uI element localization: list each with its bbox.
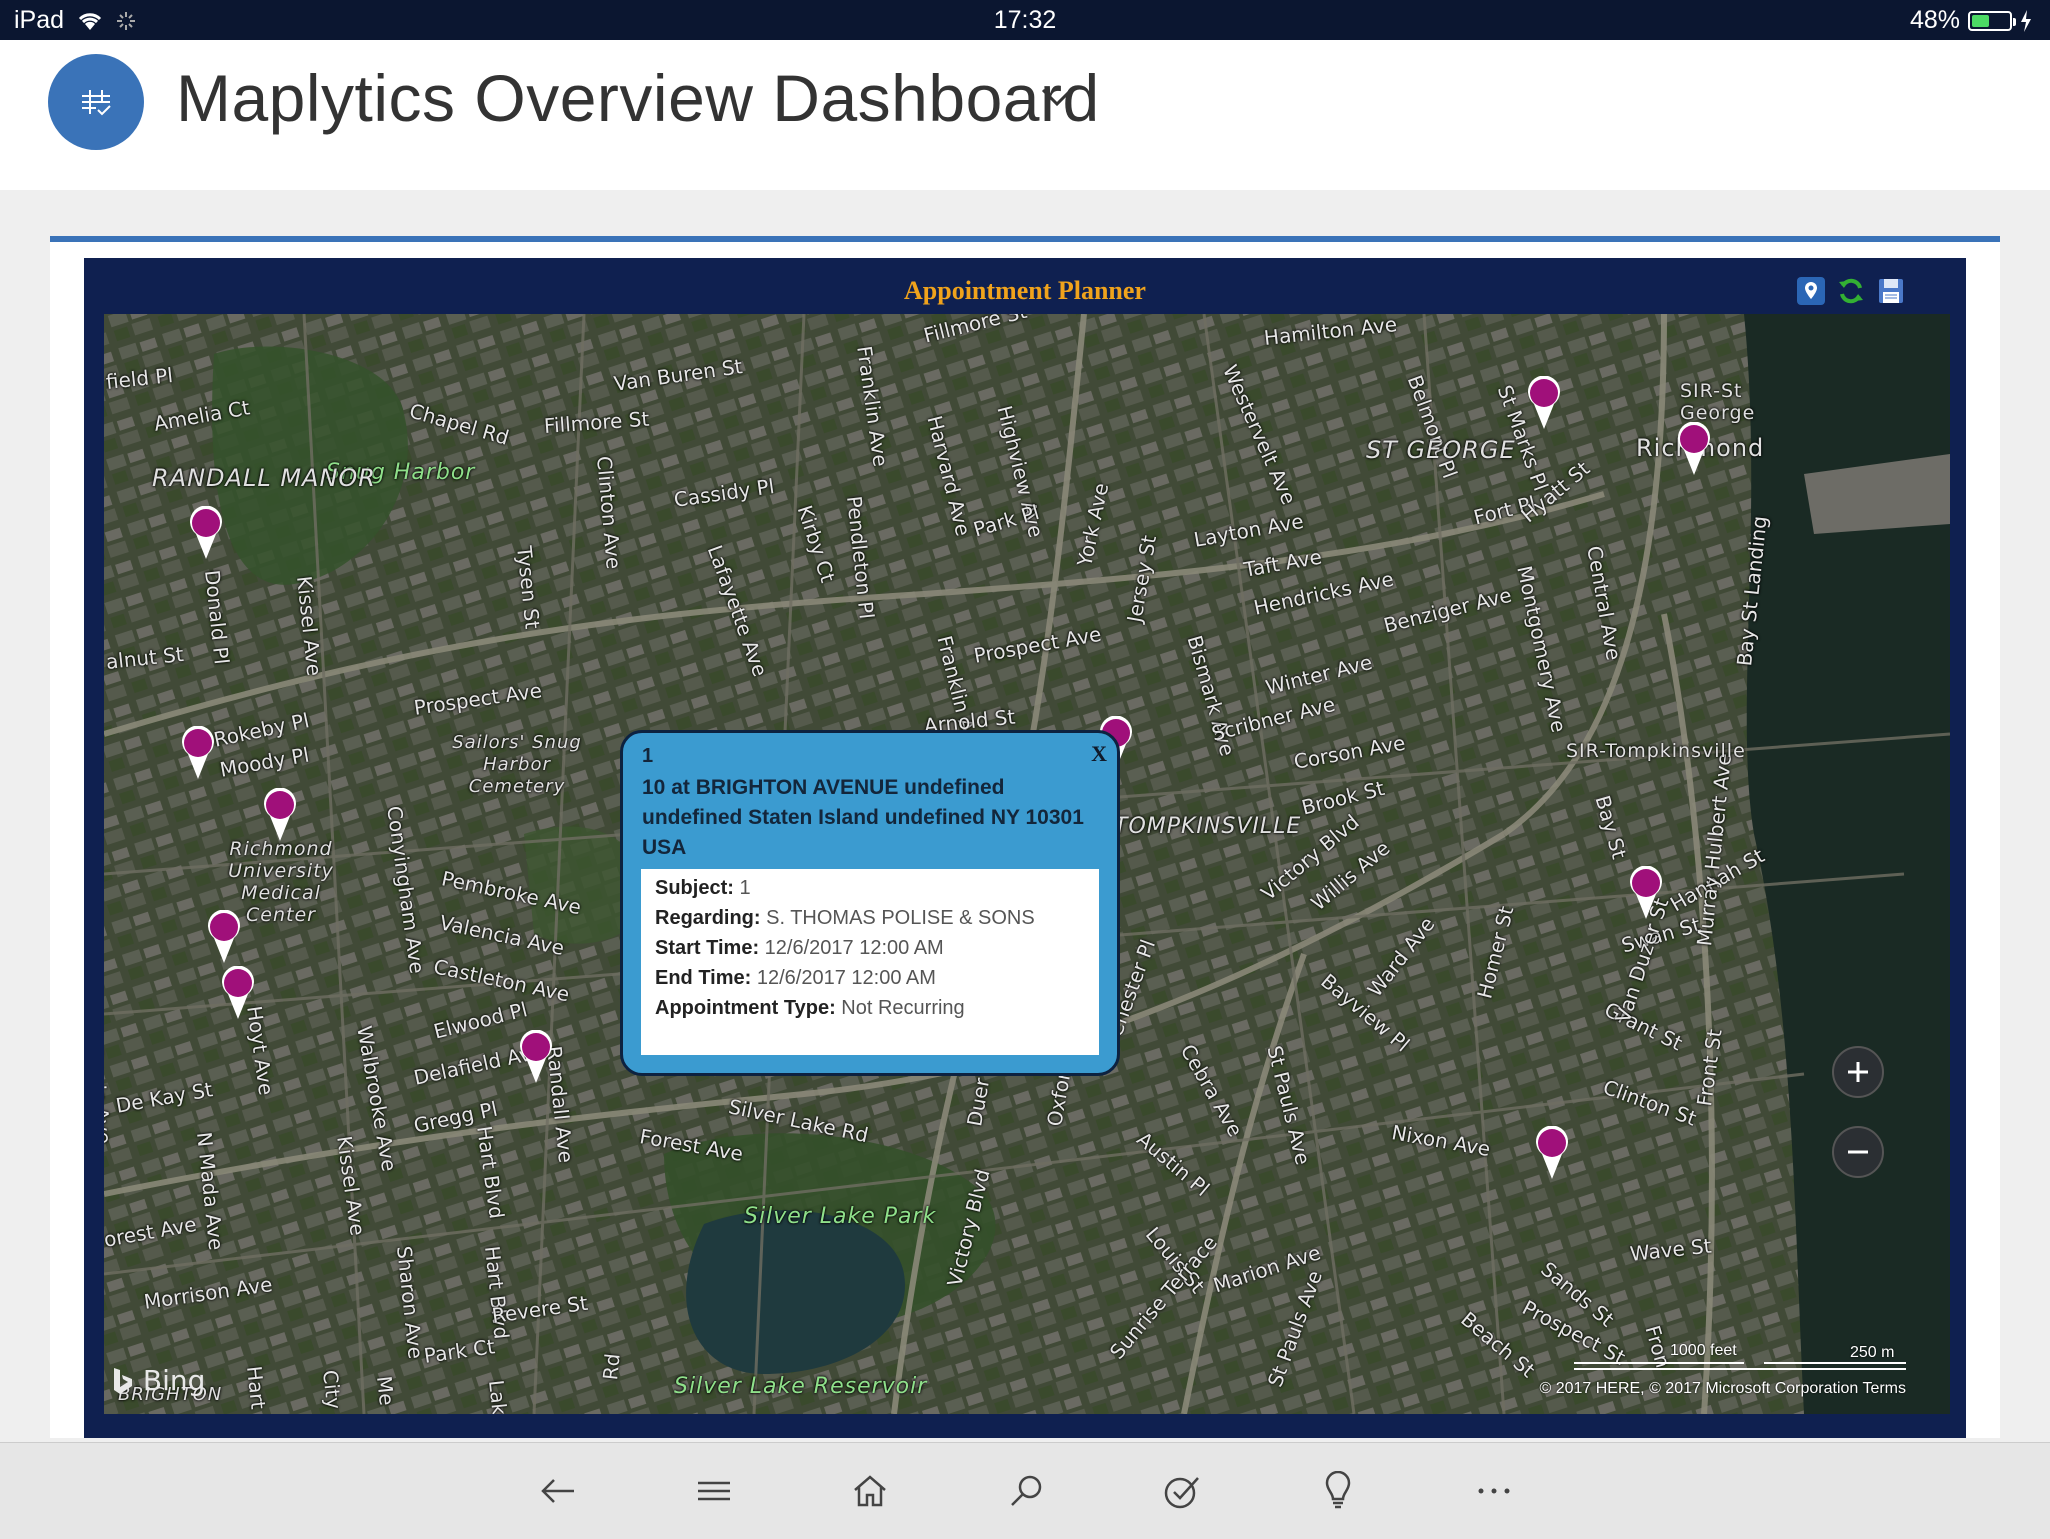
appointment-pin[interactable]	[180, 726, 216, 780]
park-label: Silver Lake Park	[744, 1204, 937, 1229]
plus-icon	[1848, 1062, 1868, 1082]
menu-icon	[698, 1481, 730, 1501]
popup-field-regarding: Regarding: S. THOMAS POLISE & SONS	[655, 903, 1085, 933]
appointment-pin[interactable]	[518, 1030, 554, 1084]
popup-address: 10 at BRIGHTON AVENUE undefined undefine…	[642, 776, 1084, 859]
minus-icon	[1848, 1150, 1868, 1154]
bing-icon	[114, 1368, 132, 1394]
appointment-pin[interactable]	[188, 506, 224, 560]
scale-feet: 1000 feet	[1670, 1342, 1737, 1359]
zoom-in-button[interactable]	[1832, 1046, 1884, 1098]
field-value: 12/6/2017 12:00 AM	[756, 967, 936, 989]
maplytics-app-icon[interactable]	[48, 54, 144, 150]
bing-label: Bing	[142, 1364, 206, 1397]
popup-details: Subject: 1 Regarding: S. THOMAS POLISE &…	[641, 869, 1099, 1055]
appointment-pin[interactable]	[1534, 1126, 1570, 1180]
scale-bar	[1574, 1362, 1906, 1370]
popup-close-button[interactable]: X	[1091, 741, 1107, 767]
map-pin-icon[interactable]	[1796, 276, 1826, 306]
bottom-nav-bar	[0, 1442, 2050, 1539]
status-bar: iPad 17:32 48%	[0, 0, 2050, 40]
field-label: Appointment Type:	[655, 997, 836, 1019]
appointment-pin[interactable]	[220, 966, 256, 1020]
map-panel-title: Appointment Planner	[904, 276, 1146, 305]
appointment-pin[interactable]	[1526, 376, 1562, 430]
insights-button[interactable]	[1316, 1469, 1360, 1513]
popup-number: 1	[642, 745, 654, 767]
appointment-pin[interactable]	[262, 788, 298, 842]
popup-field-end-time: End Time: 12/6/2017 12:00 AM	[655, 963, 1085, 993]
battery-fill	[1972, 14, 1989, 27]
field-label: Regarding:	[655, 907, 761, 929]
app-header: Maplytics Overview Dashboard	[0, 40, 2050, 190]
clock: 17:32	[993, 6, 1057, 34]
back-icon	[541, 1479, 574, 1503]
activity-icon	[1164, 1477, 1199, 1509]
status-right: 48%	[1910, 6, 2032, 35]
dashboard-icon	[82, 90, 111, 116]
more-button[interactable]	[1472, 1469, 1516, 1513]
field-value: S. THOMAS POLISE & SONS	[766, 907, 1035, 929]
bing-logo: Bing	[112, 1364, 205, 1397]
battery-icon	[1968, 10, 2016, 31]
map-copyright: © 2017 HERE, © 2017 Microsoft Corporatio…	[1539, 1380, 1906, 1397]
neighborhood-label: ST GEORGE	[1366, 436, 1516, 464]
appointment-pin[interactable]	[206, 910, 242, 964]
field-label: Start Time:	[655, 937, 760, 959]
search-button[interactable]	[1004, 1469, 1048, 1513]
more-icon	[1478, 1488, 1510, 1494]
station-label: SIR-St George	[1680, 380, 1756, 424]
street-label: Me	[372, 1374, 400, 1407]
cemetery-label: Sailors' Snug Harbor Cemetery	[452, 732, 582, 797]
home-icon	[854, 1475, 886, 1507]
field-label: Subject:	[655, 877, 734, 899]
chevron-down-icon[interactable]	[1040, 86, 1074, 108]
field-value: 12/6/2017 12:00 AM	[764, 937, 944, 959]
reservoir-label: Silver Lake Reservoir	[674, 1374, 928, 1399]
station-label: SIR-Tompkinsville	[1566, 740, 1746, 762]
popup-field-subject: Subject: 1	[655, 873, 1085, 903]
refresh-icon[interactable]	[1836, 276, 1866, 306]
battery-percent: 48%	[1909, 6, 1960, 34]
neighborhood-label: RANDALL MANOR	[152, 464, 376, 492]
back-button[interactable]	[536, 1469, 580, 1513]
street-label: Hart	[242, 1364, 271, 1411]
activity-button[interactable]	[1160, 1469, 1204, 1513]
field-value: Not Recurring	[841, 997, 965, 1019]
neighborhood-label: TOMPKINSVILLE	[1114, 814, 1302, 839]
street-label: City	[318, 1368, 347, 1411]
lightbulb-icon	[1325, 1471, 1351, 1509]
page-title: Maplytics Overview Dashboard	[176, 61, 1100, 135]
appointment-popup: X 1 10 at BRIGHTON AVENUE undefined unde…	[620, 730, 1120, 1076]
save-icon[interactable]	[1876, 276, 1906, 306]
appointment-pin[interactable]	[1676, 422, 1712, 476]
menu-button[interactable]	[692, 1469, 736, 1513]
popup-field-appointment-type: Appointment Type: Not Recurring	[655, 993, 1085, 1023]
appointment-pin[interactable]	[1628, 866, 1664, 920]
street-label: Rd	[598, 1352, 625, 1382]
search-icon	[1011, 1475, 1042, 1506]
map-canvas[interactable]: Fillmore St Hamilton Ave field Pl Van Bu…	[104, 314, 1950, 1414]
zoom-out-button[interactable]	[1832, 1126, 1884, 1178]
popup-field-start-time: Start Time: 12/6/2017 12:00 AM	[655, 933, 1085, 963]
home-button[interactable]	[848, 1469, 892, 1513]
field-label: End Time:	[655, 967, 752, 989]
field-value: 1	[739, 877, 751, 899]
charging-icon	[2021, 9, 2031, 32]
street-label: Lak	[484, 1378, 512, 1414]
